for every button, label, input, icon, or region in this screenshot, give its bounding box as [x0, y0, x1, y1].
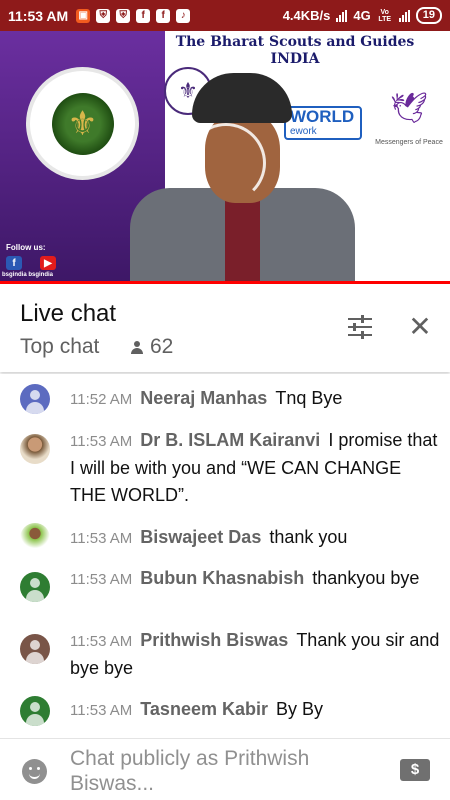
message-time: 11:53 AM: [70, 433, 133, 450]
notification-icon: ▣: [76, 8, 91, 23]
social-links: f ▶: [6, 256, 56, 270]
message-body: 11:53 AM Tasneem Kabir By By: [70, 696, 440, 724]
superchat-dollar-icon[interactable]: $: [400, 759, 430, 781]
viewer-count-value: 62: [150, 335, 174, 358]
message-author[interactable]: Tasneem Kabir: [140, 699, 268, 719]
status-time: 11:53 AM: [8, 7, 69, 24]
message-text: Tnq Bye: [275, 388, 343, 408]
video-org-title-line1: The Bharat Scouts and Guides: [175, 34, 415, 50]
chat-title: Live chat: [20, 300, 117, 327]
avatar[interactable]: [20, 696, 50, 726]
network-type: 4G: [353, 8, 371, 23]
message-body: 11:53 AM Bubun Khasnabish thankyou bye: [70, 565, 440, 593]
avatar[interactable]: [20, 434, 50, 464]
message-author[interactable]: Neeraj Manhas: [140, 388, 267, 408]
video-org-title: The Bharat Scouts and Guides INDIA: [140, 34, 450, 68]
message-author[interactable]: Biswajeet Das: [140, 527, 261, 547]
signal-icon: [398, 9, 410, 22]
status-bar: 11:53 AM ▣ ⛨ ⛨ f f ♪ 4.4KB/s 4G Vo LTE 1…: [0, 0, 450, 31]
video-player[interactable]: ⚜ The Bharat Scouts and Guides INDIA ⚜ W…: [0, 31, 450, 284]
status-right: 4.4KB/s 4G Vo LTE 19: [283, 7, 442, 24]
scouts-logo: ⚜: [30, 71, 135, 176]
avatar[interactable]: [20, 572, 50, 602]
dove-caption: Messengers of Peace: [375, 139, 443, 146]
message-author[interactable]: Prithwish Biswas: [140, 630, 288, 650]
volte-indicator: Vo LTE: [378, 8, 392, 23]
facebook-icon: f: [156, 8, 171, 23]
zoom-watermark: zoom: [383, 251, 436, 273]
chat-mode-selector[interactable]: Top chat: [20, 335, 99, 359]
net-speed: 4.4KB/s: [282, 8, 331, 23]
dove-icon: 🕊: [389, 92, 429, 125]
emoji-icon[interactable]: [22, 759, 47, 784]
message-text: thank you: [269, 527, 348, 547]
message-time: 11:52 AM: [70, 391, 133, 408]
filter-sliders-icon[interactable]: [346, 314, 374, 340]
facebook-icon: f: [6, 256, 22, 270]
message-body: 11:53 AM Prithwish Biswas Thank you sir an…: [70, 627, 440, 682]
video-org-title-line2: INDIA: [270, 51, 320, 67]
social-handles: bsgindia bsgindia: [2, 272, 54, 278]
chat-message-list[interactable]: 11:52 AM Neeraj Manhas Tnq Bye 11:53 AM Dr …: [0, 374, 450, 737]
youtube-icon: ▶: [40, 256, 56, 270]
message-text: thankyou bye: [312, 568, 420, 588]
shield-icon: ⛨: [96, 8, 111, 23]
chat-header: Live chat Top chat 62 ✕: [0, 284, 450, 372]
chat-input[interactable]: Chat publicly as Prithwish Biswas...: [70, 746, 370, 796]
signal-icon: [336, 9, 348, 22]
message-time: 11:53 AM: [70, 530, 133, 547]
avatar[interactable]: [20, 634, 50, 664]
message-author[interactable]: Bubun Khasnabish: [140, 568, 304, 588]
message-body: 11:53 AM Biswajeet Das thank you: [70, 524, 440, 552]
avatar[interactable]: [20, 523, 50, 553]
fleur-de-lis-icon: ⚜: [51, 92, 114, 155]
tiktok-icon: ♪: [176, 8, 191, 23]
person-icon: [130, 339, 144, 355]
viewer-count: 62: [130, 335, 173, 359]
close-icon[interactable]: ✕: [405, 312, 435, 342]
message-author[interactable]: Dr B. ISLAM Kairanvi: [140, 430, 320, 450]
message-time: 11:53 AM: [70, 633, 133, 650]
message-time: 11:53 AM: [70, 571, 133, 588]
notification-icons: ▣ ⛨ ⛨ f f ♪: [76, 8, 191, 23]
message-time: 11:53 AM: [70, 702, 133, 719]
loading-spinner-icon: [186, 123, 266, 203]
shield-icon: ⛨: [116, 8, 131, 23]
facebook-icon: f: [136, 8, 151, 23]
message-body: 11:53 AM Dr B. ISLAM Kairanvi I promise th…: [70, 427, 440, 509]
chat-input-bar: Chat publicly as Prithwish Biswas... $: [0, 738, 450, 800]
avatar[interactable]: [20, 384, 50, 414]
message-body: 11:52 AM Neeraj Manhas Tnq Bye: [70, 385, 440, 413]
message-text: By By: [275, 699, 323, 719]
follow-label: Follow us:: [6, 243, 46, 252]
battery-icon: 19: [415, 7, 442, 24]
